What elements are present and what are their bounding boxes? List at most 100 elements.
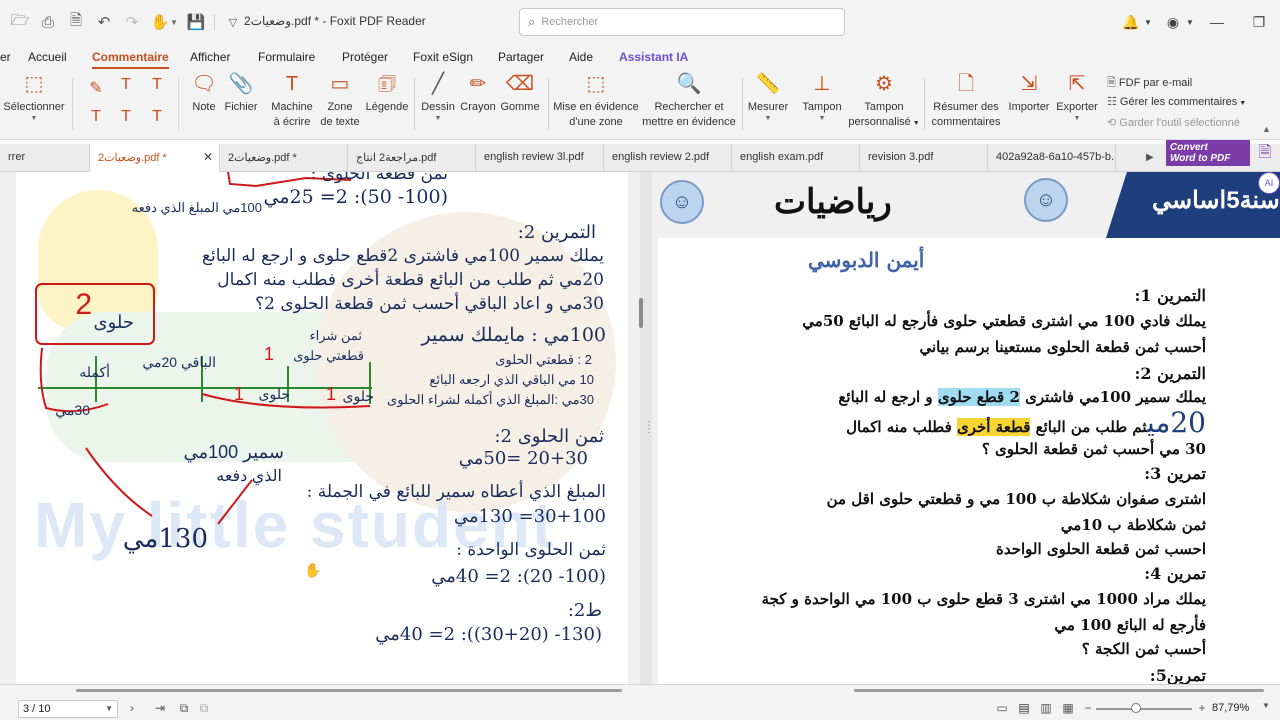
textbox-button[interactable]: ▭ Zone de texte xyxy=(318,72,362,130)
extract-page-icon[interactable]: ⧉ xyxy=(176,701,192,716)
tab-commentaire[interactable]: Commentaire xyxy=(92,50,169,69)
next-page-icon[interactable]: › xyxy=(124,701,140,715)
continuous-facing-view-icon[interactable]: ▦ xyxy=(1060,701,1076,715)
page-number-input[interactable]: 3 / 10 ▼ xyxy=(18,700,118,718)
eraser-button[interactable]: ⌫ Gomme xyxy=(498,72,542,115)
pdf-page-left[interactable]: My little student ثمن قطعة الحلوى : (100… xyxy=(16,172,628,684)
fdf-email-label: FDF par e-mail xyxy=(1118,77,1193,89)
typewriter-button[interactable]: T Machine à écrire xyxy=(268,72,316,130)
tab-foxit-esign[interactable]: Foxit eSign xyxy=(413,50,473,64)
pane-splitter[interactable]: ⋮ ⋮ xyxy=(639,172,654,684)
select-button[interactable]: ⬚ Sélectionner ▼ xyxy=(2,72,66,123)
tab-partial[interactable]: er xyxy=(0,50,11,64)
zoom-in-icon[interactable]: + xyxy=(1194,701,1210,715)
text-squiggly-icon[interactable]: T xyxy=(147,108,167,126)
left-document-pane[interactable]: My little student ثمن قطعة الحلوى : (100… xyxy=(0,172,640,684)
doc-tab[interactable]: مراجعة2 انتاج.pdf xyxy=(348,144,476,172)
doc-tab[interactable]: 402a92a8-6a10-457b-b... xyxy=(988,144,1116,172)
right-document-pane[interactable]: ☺ ☺ رياضيات سنة5اساسي أيمن الدبوسي التمر… xyxy=(652,172,1280,684)
doc-tab[interactable]: revision 3.pdf xyxy=(860,144,988,172)
area-highlight-button[interactable]: ⬚ Mise en évidence d'une zone xyxy=(552,72,640,130)
tab-aide[interactable]: Aide xyxy=(569,50,593,64)
measure-button[interactable]: 📏 Mesurer ▼ xyxy=(746,72,790,123)
facing-view-icon[interactable]: ▥ xyxy=(1038,701,1054,715)
doc-tab[interactable]: english review 2.pdf xyxy=(604,144,732,172)
zoom-slider-track[interactable] xyxy=(1096,708,1192,710)
file-attach-button[interactable]: 📎 Fichier xyxy=(222,72,260,115)
zoom-slider-thumb[interactable] xyxy=(1131,703,1142,713)
text-insert-icon[interactable]: T xyxy=(116,76,136,94)
import-button[interactable]: ⇲ Importer xyxy=(1004,72,1054,115)
chevron-down-icon[interactable]: ▼ xyxy=(1258,701,1274,710)
maximize-icon[interactable]: ❐ xyxy=(1244,8,1274,36)
doc-tab[interactable]: rrer xyxy=(0,144,90,172)
custom-stamp-button[interactable]: ⚙ Tampon personnalisé ▼ xyxy=(848,72,920,131)
continuous-view-icon[interactable]: ▤ xyxy=(1016,701,1032,715)
drawing-button[interactable]: ╱ Dessin ▼ xyxy=(418,72,458,123)
left-vertical-scrollbar[interactable] xyxy=(639,298,643,328)
copy-page-icon[interactable]: ⧉ xyxy=(196,701,212,716)
keep-tool-selected-button[interactable]: ⟲ Garder l'outil sélectionné xyxy=(1107,116,1240,129)
bell-icon[interactable]: 🔔 xyxy=(1120,8,1142,36)
chevron-down-icon[interactable]: ▼ xyxy=(1184,8,1196,36)
chevron-down-icon: ▼ xyxy=(764,115,772,122)
zoom-level[interactable]: 87,79% xyxy=(1212,702,1249,714)
exercise-title: التمرين 1: xyxy=(1134,286,1206,305)
summarize-comments-button[interactable]: 🗋 Résumer des commentaires xyxy=(928,72,1004,130)
search-box[interactable]: ⌕ xyxy=(519,8,845,36)
save-icon[interactable]: 💾 xyxy=(182,8,210,36)
print-icon[interactable]: ⎙ xyxy=(34,8,62,36)
text-underline-icon[interactable]: T xyxy=(116,108,136,126)
convert-icon[interactable]: 🗎 xyxy=(62,8,90,36)
doc-tab[interactable]: english review 3l.pdf xyxy=(476,144,604,172)
account-icon[interactable]: ◉ xyxy=(1162,8,1184,36)
handwritten-calc: 30+100= 130مي xyxy=(453,506,606,527)
highlighted-text[interactable]: 2 قطع حلوى xyxy=(937,388,1020,406)
customize-chevron-icon[interactable]: ▽ xyxy=(219,8,247,36)
stamp-button[interactable]: ⊥ Tampon ▼ xyxy=(798,72,846,123)
search-doc-icon: 🔍 xyxy=(676,73,702,95)
ai-assistant-icon[interactable]: AI xyxy=(1258,172,1280,194)
doc-tab[interactable]: وضعيات2.pdf * xyxy=(220,144,348,172)
search-input[interactable] xyxy=(541,16,822,28)
open-folder-icon[interactable]: 🗁 xyxy=(6,8,34,36)
text-replace-icon[interactable]: T xyxy=(86,108,106,126)
highlight-pen-icon[interactable]: ✎ xyxy=(86,78,106,98)
export-button[interactable]: ⇱ Exporter ▼ xyxy=(1054,72,1100,123)
manage-comments-button[interactable]: ☷ Gérer les commentaires ▼ xyxy=(1107,95,1246,108)
callout-button[interactable]: 🗊 Légende xyxy=(364,72,410,115)
tab-partager[interactable]: Partager xyxy=(498,50,544,64)
handwritten-calc: (100- 50): 2= 25مي xyxy=(263,186,448,208)
search-highlight-button[interactable]: 🔍 Rechercher et mettre en évidence xyxy=(640,72,738,130)
pencil-button[interactable]: ✏ Crayon xyxy=(458,72,498,115)
highlighted-text[interactable]: قطعة أخرى xyxy=(956,418,1031,436)
tab-assistant-ia[interactable]: Assistant IA xyxy=(619,50,688,64)
tab-afficher[interactable]: Afficher xyxy=(190,50,230,64)
doc-tab[interactable]: english exam.pdf xyxy=(732,144,860,172)
doc-tab-active[interactable]: وضعيات2.pdf * ✕ xyxy=(90,144,220,172)
search-icon: ⌕ xyxy=(528,14,536,29)
chevron-down-icon[interactable]: ▼ xyxy=(170,18,178,27)
tab-proteger[interactable]: Protéger xyxy=(342,50,388,64)
convert-word-to-pdf-ad[interactable]: Convert Word to PDF xyxy=(1166,140,1250,166)
close-tab-icon[interactable]: ✕ xyxy=(203,150,213,164)
paperclip-icon: 📎 xyxy=(228,73,254,95)
tab-accueil[interactable]: Accueil xyxy=(28,50,67,64)
note-button[interactable]: 🗨 Note xyxy=(186,72,222,115)
right-horizontal-scrollbar[interactable] xyxy=(854,689,1264,692)
fdf-email-button[interactable]: 🗎 FDF par e-mail xyxy=(1107,74,1192,93)
left-horizontal-scrollbar[interactable] xyxy=(76,689,622,692)
chevron-down-icon[interactable]: ▼ xyxy=(1142,8,1154,36)
last-page-icon[interactable]: ⇥ xyxy=(152,701,168,715)
single-page-view-icon[interactable]: ▭ xyxy=(994,701,1010,715)
ribbon-collapse-icon[interactable]: ▲ xyxy=(1262,124,1271,134)
zoom-out-icon[interactable]: − xyxy=(1080,701,1096,715)
pdf-file-icon[interactable]: 🗎 xyxy=(1252,140,1278,166)
tab-scroll-right-icon[interactable]: ▶ xyxy=(1146,152,1154,163)
undo-icon[interactable]: ↶ xyxy=(90,8,118,36)
pdf-page-right[interactable]: ☺ ☺ رياضيات سنة5اساسي أيمن الدبوسي التمر… xyxy=(658,172,1280,684)
tab-formulaire[interactable]: Formulaire xyxy=(258,50,315,64)
text-strikeout-icon[interactable]: T xyxy=(147,76,167,94)
redo-icon[interactable]: ↷ xyxy=(118,8,146,36)
minimize-icon[interactable]: — xyxy=(1200,8,1234,36)
